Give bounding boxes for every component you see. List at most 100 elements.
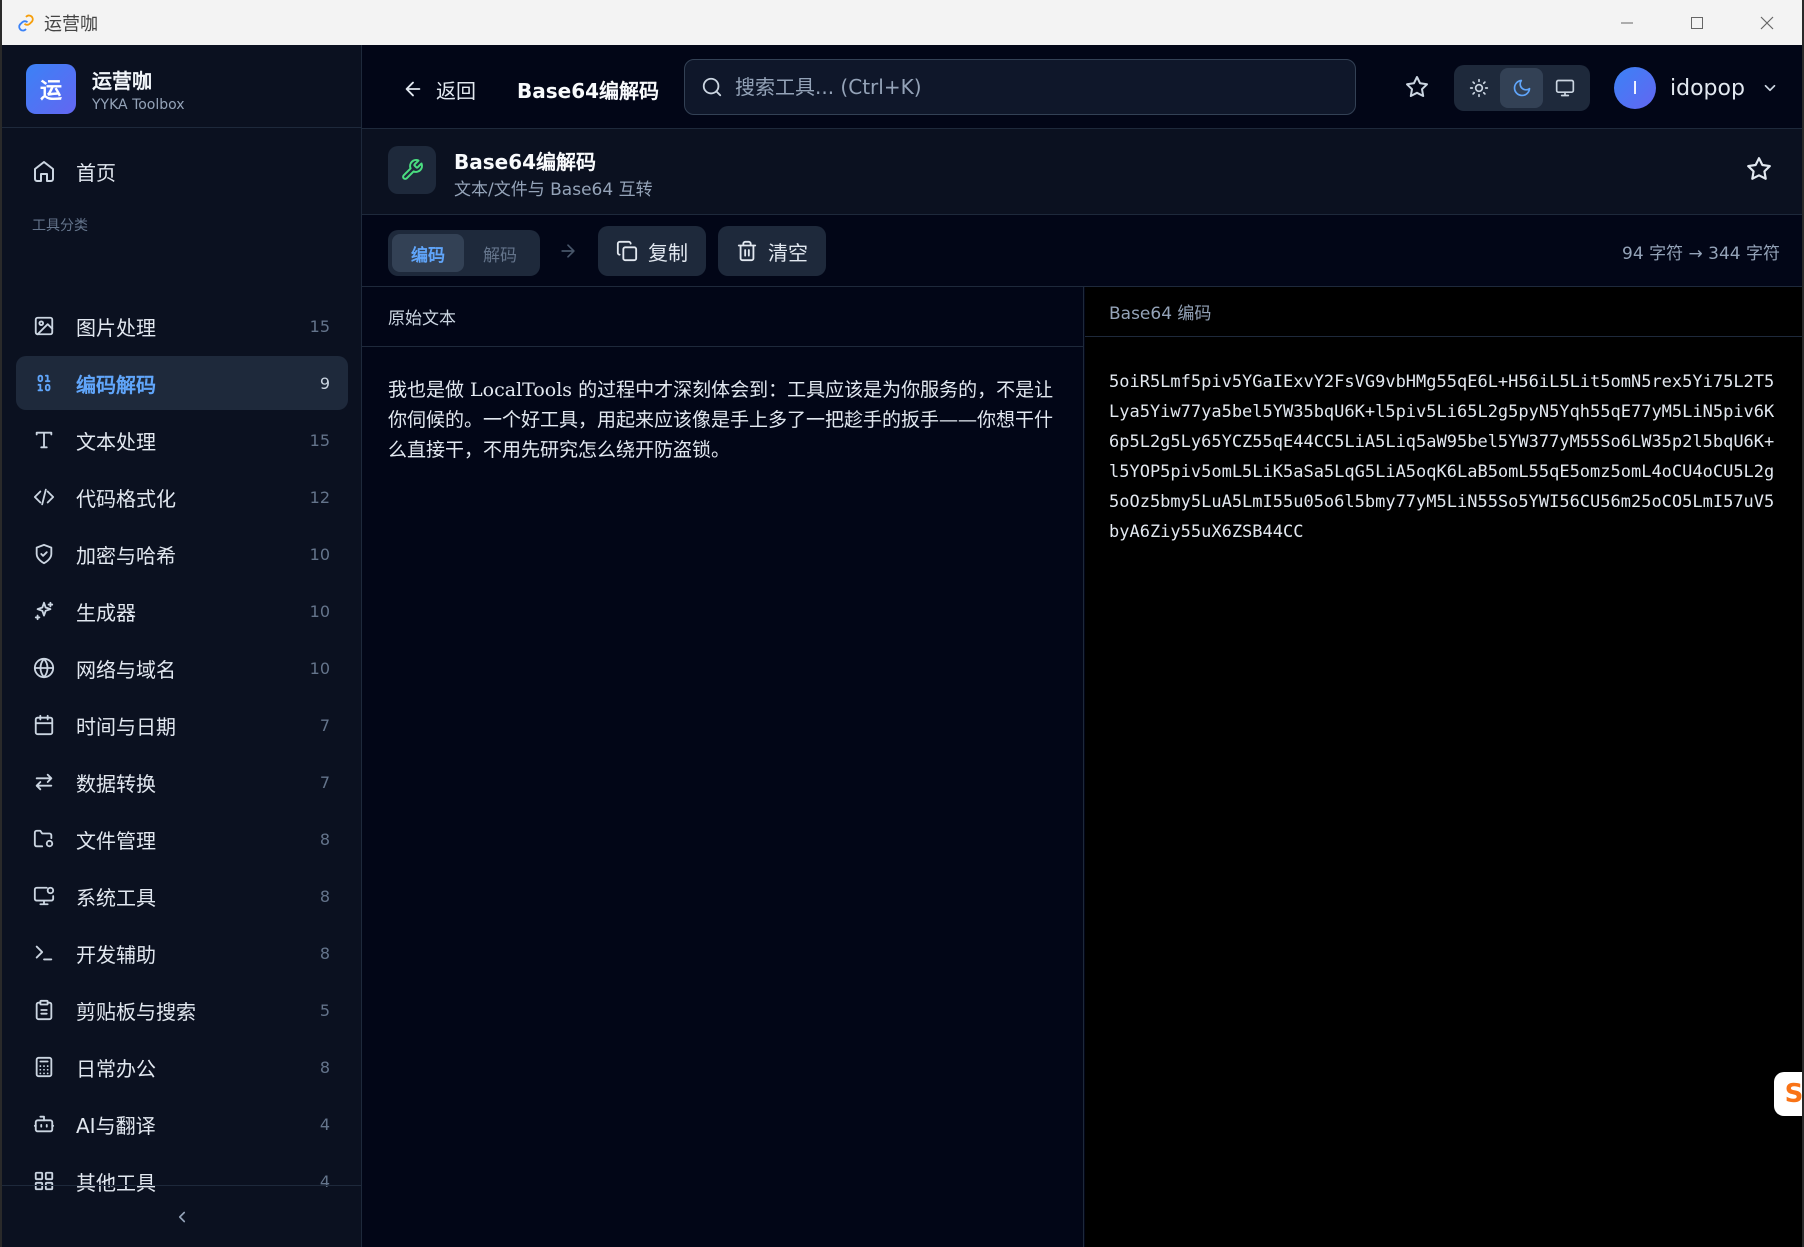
sidebar-item-label: 网络与域名	[76, 657, 176, 682]
folder-cog-icon	[32, 827, 56, 851]
trash-icon	[736, 240, 758, 262]
sidebar-item-office[interactable]: 日常办公 8	[16, 1040, 348, 1094]
favorites-button[interactable]	[1402, 72, 1432, 102]
app-window: 运营咖 运 运营咖 YYKA Toolbox 首页 工具分类 图片处理 15 编…	[2, 0, 1802, 1247]
user-menu[interactable]: I idopop	[1614, 65, 1779, 111]
brand-name: 运营咖	[92, 69, 152, 93]
code-icon	[32, 485, 56, 509]
tool-toolbar: 编码 解码 复制 清空 94 字符 → 344 字符	[362, 215, 1802, 287]
section-label: 工具分类	[32, 218, 88, 234]
sidebar-item-label: 开发辅助	[76, 942, 156, 967]
sidebar-item-label: 日常办公	[76, 1056, 156, 1081]
close-button[interactable]	[1732, 0, 1802, 45]
binary-icon	[32, 371, 56, 395]
sidebar-item-count: 12	[309, 487, 330, 507]
title-bar: 运营咖	[2, 0, 1802, 45]
shield-icon	[32, 542, 56, 566]
calculator-icon	[32, 1055, 56, 1079]
sidebar-item-data-convert[interactable]: 数据转换 7	[16, 755, 348, 809]
star-icon	[1405, 75, 1429, 99]
tool-name: Base64编解码	[454, 150, 597, 174]
floating-widget[interactable]: S	[1774, 1072, 1802, 1116]
sidebar-item-encoding[interactable]: 编码解码 9	[16, 356, 348, 410]
sidebar-item-crypto[interactable]: 加密与哈希 10	[16, 527, 348, 581]
tool-header: Base64编解码 文本/文件与 Base64 互转	[362, 129, 1802, 215]
copy-label: 复制	[648, 240, 688, 265]
encode-tab[interactable]: 编码	[392, 234, 464, 272]
sidebar-divider	[2, 127, 362, 128]
sidebar-item-home[interactable]: 首页	[16, 145, 348, 197]
sidebar-item-code-format[interactable]: 代码格式化 12	[16, 470, 348, 524]
back-button[interactable]: 返回	[402, 69, 476, 109]
s-logo-icon: S	[1784, 1079, 1802, 1109]
window-title: 运营咖	[44, 13, 98, 35]
sidebar-item-count: 7	[319, 772, 330, 792]
input-pane-title: 原始文本	[362, 287, 1083, 347]
swap-icon	[32, 770, 56, 794]
sidebar-item-count: 10	[309, 544, 330, 564]
globe-icon	[32, 656, 56, 680]
output-text[interactable]: 5oiR5Lmf5piv5YGaIExvY2FsVG9vbHMg55qE6L+H…	[1085, 337, 1802, 547]
sidebar-item-datetime[interactable]: 时间与日期 7	[16, 698, 348, 752]
brand-logo: 运	[26, 64, 76, 114]
calendar-icon	[32, 713, 56, 737]
search-input[interactable]	[735, 75, 1295, 99]
sidebar-item-count: 10	[309, 601, 330, 621]
brand-subtitle: YYKA Toolbox	[92, 97, 185, 113]
sidebar-item-count: 8	[319, 943, 330, 963]
sidebar-item-image[interactable]: 图片处理 15	[16, 299, 348, 353]
clear-label: 清空	[768, 240, 808, 265]
sidebar-item-label: 文本处理	[76, 429, 156, 454]
sidebar-item-label: 数据转换	[76, 771, 156, 796]
sidebar-item-label: 首页	[76, 160, 116, 185]
light-theme-button[interactable]	[1457, 68, 1500, 108]
clear-button[interactable]: 清空	[718, 226, 826, 276]
chevron-left-icon	[173, 1208, 191, 1226]
sidebar-item-count: 15	[309, 316, 330, 336]
home-icon	[32, 159, 56, 183]
sidebar-item-ai[interactable]: AI与翻译 4	[16, 1097, 348, 1151]
collapse-sidebar-button[interactable]	[2, 1185, 362, 1247]
minimize-button[interactable]	[1592, 0, 1662, 45]
copy-icon	[616, 240, 638, 262]
sidebar-item-label: AI与翻译	[76, 1113, 156, 1138]
sidebar-item-label: 时间与日期	[76, 714, 176, 739]
moon-icon	[1512, 78, 1532, 98]
sidebar-item-files[interactable]: 文件管理 8	[16, 812, 348, 866]
sidebar-item-count: 15	[309, 430, 330, 450]
sidebar-item-count: 10	[309, 658, 330, 678]
sidebar-item-label: 代码格式化	[76, 486, 176, 511]
sidebar-item-generator[interactable]: 生成器 10	[16, 584, 348, 638]
sidebar-item-clipboard[interactable]: 剪贴板与搜索 5	[16, 983, 348, 1037]
search-icon	[701, 76, 723, 98]
sidebar-item-count: 8	[319, 829, 330, 849]
sidebar-item-system[interactable]: 系统工具 8	[16, 869, 348, 923]
clipboard-icon	[32, 998, 56, 1022]
system-theme-button[interactable]	[1543, 68, 1586, 108]
input-textarea[interactable]: 我也是做 LocalTools 的过程中才深刻体会到：工具应该是为你服务的，不是…	[362, 347, 1083, 465]
sidebar-item-label: 系统工具	[76, 885, 156, 910]
page-title: Base64编解码	[517, 79, 660, 103]
sidebar-item-count: 4	[319, 1114, 330, 1134]
sidebar-item-text[interactable]: 文本处理 15	[16, 413, 348, 467]
decode-tab[interactable]: 解码	[464, 234, 536, 272]
sidebar-item-count: 5	[319, 1000, 330, 1020]
back-label: 返回	[436, 78, 476, 103]
copy-button[interactable]: 复制	[598, 226, 706, 276]
sidebar: 运 运营咖 YYKA Toolbox 首页 工具分类 图片处理 15 编码解码	[2, 45, 362, 1247]
maximize-button[interactable]	[1662, 0, 1732, 45]
sidebar-item-dev[interactable]: 开发辅助 8	[16, 926, 348, 980]
brand[interactable]: 运 运营咖 YYKA Toolbox	[26, 63, 185, 115]
sidebar-item-label: 生成器	[76, 600, 136, 625]
sidebar-item-network[interactable]: 网络与域名 10	[16, 641, 348, 695]
search-box[interactable]	[684, 59, 1356, 115]
sidebar-item-count: 8	[319, 886, 330, 906]
sidebar-item-count: 8	[319, 1057, 330, 1077]
theme-switcher	[1454, 65, 1590, 111]
favorite-tool-button[interactable]	[1746, 156, 1772, 182]
monitor-icon	[1555, 78, 1575, 98]
app-logo-icon	[16, 13, 36, 33]
dark-theme-button[interactable]	[1500, 68, 1543, 108]
text-icon	[32, 428, 56, 452]
avatar: I	[1614, 67, 1656, 109]
